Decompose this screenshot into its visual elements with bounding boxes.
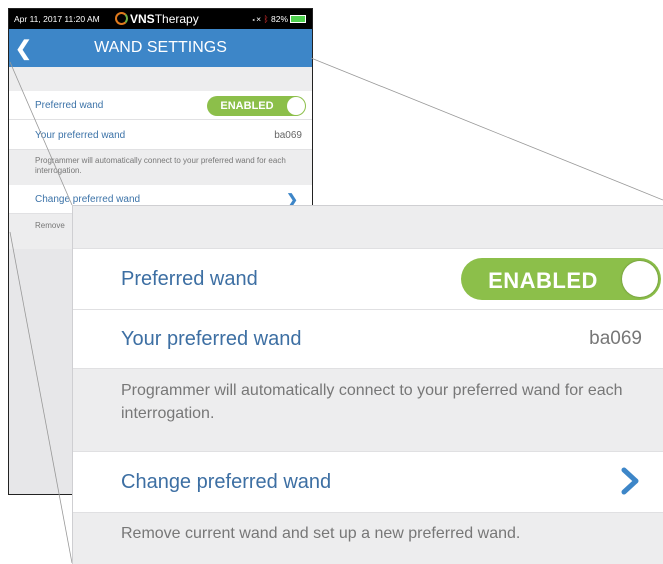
toggle-state-label: ENABLED: [488, 268, 598, 293]
magnified-settings-panel: Preferred wand ENABLED Your preferred wa…: [72, 205, 663, 564]
zoom-your-wand-value: ba069: [589, 328, 642, 349]
zoom-your-wand-row: Your preferred wand ba069: [73, 309, 663, 369]
zoom-preferred-wand-toggle[interactable]: ENABLED: [461, 258, 661, 300]
zoom-auto-connect-note: Programmer will automatically connect to…: [121, 382, 623, 422]
zoom-preferred-wand-label: Preferred wand: [121, 268, 258, 290]
zoom-your-wand-label: Your preferred wand: [121, 328, 302, 350]
chevron-right-icon: [621, 467, 639, 495]
zoom-preferred-wand-row: Preferred wand ENABLED: [73, 248, 663, 310]
zoom-change-wand-label: Change preferred wand: [121, 471, 332, 493]
zoom-change-wand-row[interactable]: Change preferred wand: [73, 451, 663, 513]
toggle-knob: [622, 261, 658, 297]
zoom-remove-note: Remove current wand and set up a new pre…: [121, 525, 521, 542]
